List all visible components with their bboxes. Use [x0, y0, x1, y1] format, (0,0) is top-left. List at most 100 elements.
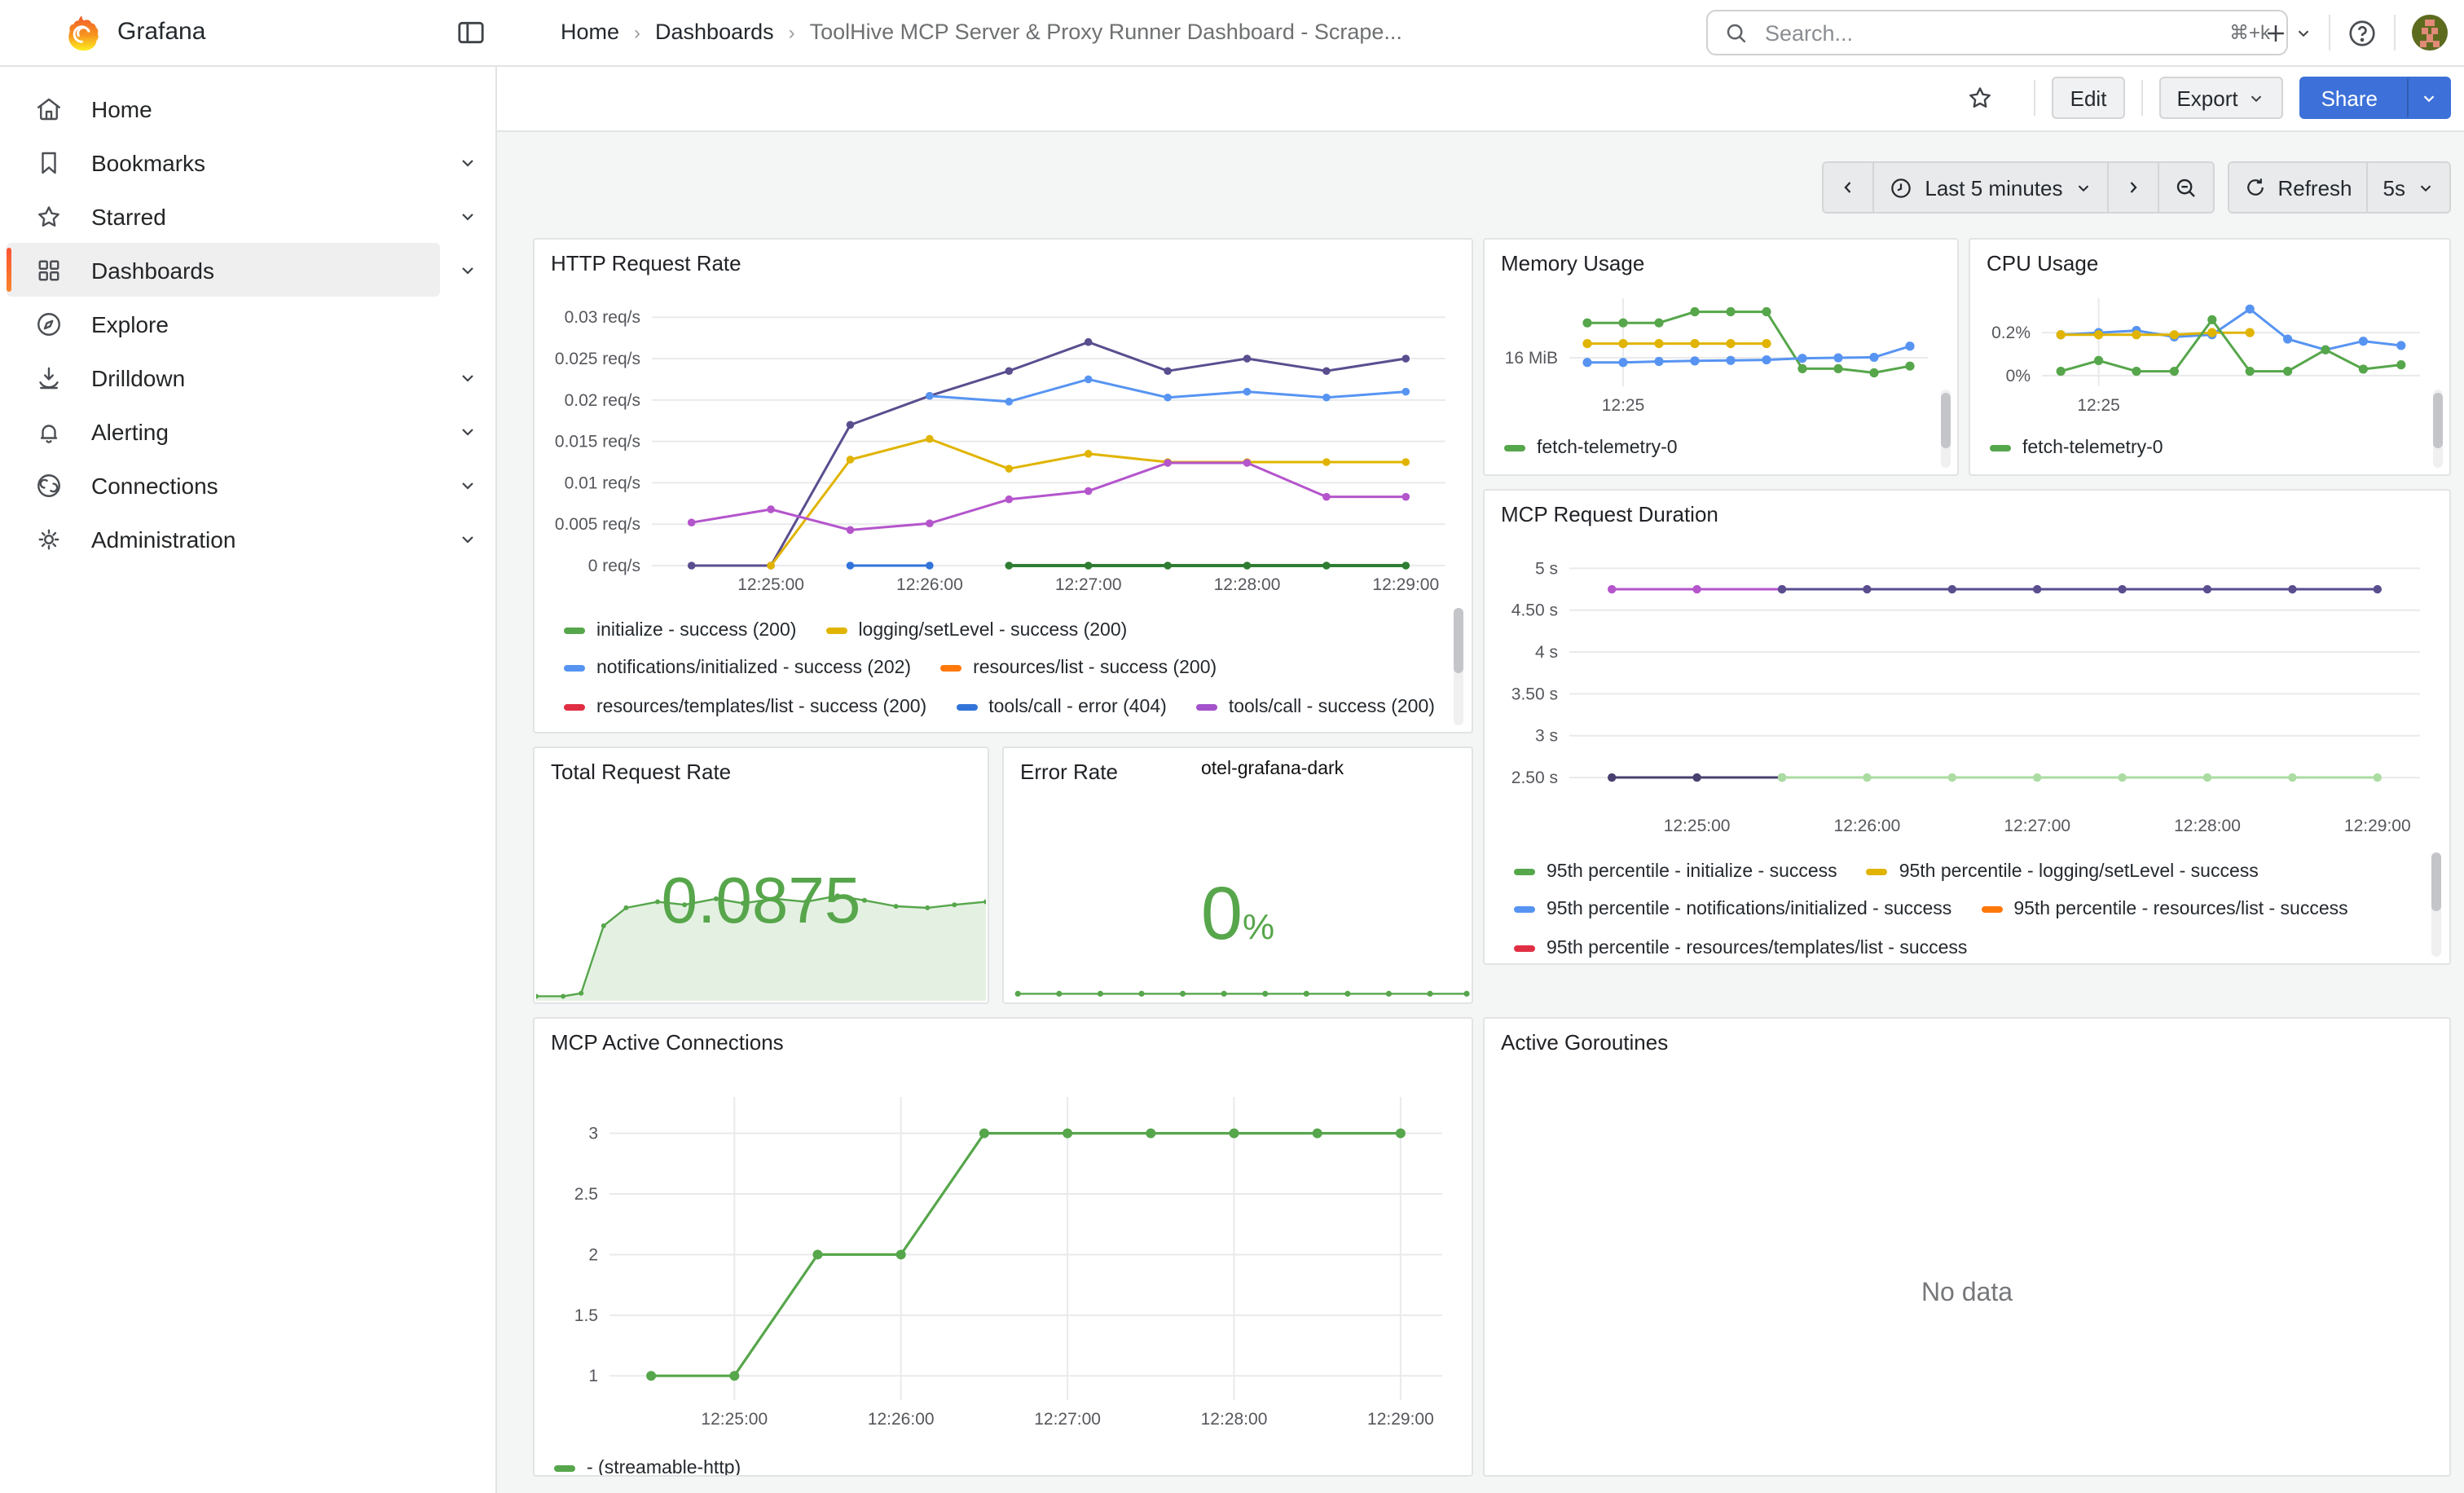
- apps-icon: [34, 255, 64, 284]
- legend-item[interactable]: 95th percentile - logging/setLevel - suc…: [1867, 852, 2259, 891]
- panel-title[interactable]: Active Goroutines: [1501, 1030, 1668, 1055]
- time-shift-back-button[interactable]: [1824, 163, 1874, 212]
- panel-title[interactable]: MCP Request Duration: [1501, 502, 1718, 526]
- grafana-logo-icon[interactable]: [62, 13, 101, 52]
- chevron-down-icon[interactable]: [458, 260, 477, 280]
- legend-scrollbar[interactable]: [1941, 390, 1951, 468]
- share-menu-chevron-icon[interactable]: [2407, 78, 2449, 117]
- chevron-down-icon[interactable]: [458, 475, 477, 495]
- sidebar-nav: HomeBookmarksStarredDashboardsExploreDri…: [0, 65, 497, 1493]
- refresh-button[interactable]: Refresh: [2229, 163, 2368, 212]
- svg-text:12:29:00: 12:29:00: [2344, 817, 2411, 835]
- chevron-down-icon[interactable]: [458, 152, 477, 172]
- legend-swatch-icon: [940, 666, 961, 672]
- chevron-down-icon[interactable]: [458, 421, 477, 441]
- legend-item[interactable]: notifications/initialized - success (202…: [564, 650, 911, 688]
- sidebar-item-alerting[interactable]: Alerting: [7, 404, 440, 458]
- chart-legend: fetch-telemetry-0: [1990, 429, 2420, 465]
- legend-scrollbar[interactable]: [2433, 390, 2443, 468]
- legend-swatch-icon: [1504, 445, 1525, 451]
- sidebar-item-starred[interactable]: Starred: [7, 189, 440, 243]
- chevron-down-icon[interactable]: [458, 206, 477, 226]
- sidebar-item-explore[interactable]: Explore: [7, 297, 440, 350]
- panel-title[interactable]: Total Request Rate: [551, 760, 731, 784]
- chevron-down-icon[interactable]: [458, 368, 477, 387]
- legend-item[interactable]: 95th percentile - resources/templates/li…: [1514, 929, 1967, 963]
- sidebar-item-dashboards[interactable]: Dashboards: [7, 243, 440, 297]
- panel-title[interactable]: Memory Usage: [1501, 251, 1644, 275]
- legend-item[interactable]: 95th percentile - initialize - success: [1514, 852, 1837, 891]
- no-data-message: No data: [1485, 1279, 2449, 1309]
- svg-text:2.50 s: 2.50 s: [1511, 769, 1558, 787]
- panel-title[interactable]: MCP Active Connections: [551, 1030, 784, 1055]
- clock-icon: [1889, 175, 1913, 200]
- favorite-star-icon[interactable]: [1966, 83, 1995, 112]
- divider: [2141, 80, 2142, 116]
- legend-label: 95th percentile - resources/list - succe…: [2013, 901, 2347, 920]
- legend-item[interactable]: unknown - success (200): [827, 726, 1068, 732]
- legend-item[interactable]: initialize - success (200): [564, 611, 796, 650]
- legend-scrollbar[interactable]: [1454, 608, 1463, 725]
- legend-item[interactable]: - (streamable-http): [554, 1449, 741, 1477]
- breadcrumb-dashboards[interactable]: Dashboards: [655, 20, 774, 44]
- collapse-sidebar-icon[interactable]: [453, 15, 489, 51]
- legend-item[interactable]: tools/call - success (200): [1196, 688, 1435, 726]
- svg-text:2: 2: [588, 1245, 598, 1264]
- svg-text:12:26:00: 12:26:00: [868, 1410, 935, 1429]
- chevron-down-icon[interactable]: [458, 529, 477, 548]
- sidebar-item-connections[interactable]: Connections: [7, 458, 440, 512]
- legend-item[interactable]: resources/templates/list - success (200): [564, 688, 926, 726]
- search-field[interactable]: [1762, 19, 2216, 46]
- zoom-out-time-button[interactable]: [2158, 163, 2212, 212]
- error-rate-value: 0%: [1004, 869, 1472, 957]
- panel-title[interactable]: CPU Usage: [1987, 251, 2098, 275]
- edit-button[interactable]: Edit: [2053, 77, 2125, 119]
- legend-item[interactable]: fetch-telemetry-0: [1990, 429, 2163, 465]
- svg-text:12:25: 12:25: [2077, 396, 2120, 415]
- bell-icon: [34, 416, 64, 446]
- mcp-request-duration-chart[interactable]: 2.50 s3 s3.50 s4 s4.50 s5 s12:25:0012:26…: [1494, 540, 2440, 846]
- sidebar-item-home[interactable]: Home: [7, 81, 440, 135]
- legend-item[interactable]: 95th percentile - resources/list - succe…: [1981, 891, 2347, 929]
- cpu-usage-chart[interactable]: 0.2%0%12:25: [1977, 285, 2433, 419]
- user-avatar[interactable]: [2412, 15, 2448, 51]
- legend-label: fetch-telemetry-0: [1537, 438, 1678, 458]
- panel-memory-usage: Memory Usage 16 MiB12:25 fetch-telemetry…: [1483, 238, 1959, 476]
- panel-title[interactable]: Error Rate: [1020, 760, 1118, 784]
- svg-text:0.005 req/s: 0.005 req/s: [555, 515, 640, 534]
- sidebar-item-bookmarks[interactable]: Bookmarks: [7, 135, 440, 189]
- refresh-icon: [2243, 176, 2266, 199]
- sidebar-item-administration[interactable]: Administration: [7, 512, 440, 566]
- breadcrumb-home[interactable]: Home: [561, 20, 619, 44]
- share-button[interactable]: Share: [2300, 77, 2451, 119]
- add-new-button[interactable]: [2262, 19, 2312, 46]
- legend-item[interactable]: fetch-telemetry-0: [1504, 429, 1678, 465]
- legend-item[interactable]: tools/list - success (200): [564, 726, 798, 732]
- export-button[interactable]: Export: [2158, 77, 2283, 119]
- svg-text:0.01 req/s: 0.01 req/s: [565, 473, 640, 492]
- zoom-out-icon: [2173, 175, 2198, 200]
- mcp-active-connections-chart[interactable]: 11.522.5312:25:0012:26:0012:27:0012:28:0…: [544, 1071, 1462, 1442]
- time-controls: Last 5 minutes Refresh 5s: [1822, 163, 2451, 212]
- legend-scrollbar[interactable]: [2431, 852, 2441, 957]
- search-input[interactable]: ⌘+k: [1706, 10, 2288, 55]
- http-request-rate-chart[interactable]: 0 req/s0.005 req/s0.01 req/s0.015 req/s0…: [544, 288, 1462, 605]
- search-icon: [1724, 20, 1749, 45]
- legend-item[interactable]: resources/list - success (200): [940, 650, 1217, 688]
- refresh-interval-picker[interactable]: 5s: [2369, 163, 2449, 212]
- time-range-picker[interactable]: Last 5 minutes: [1874, 163, 2108, 212]
- panel-title[interactable]: HTTP Request Rate: [551, 251, 741, 275]
- time-shift-forward-button[interactable]: [2108, 163, 2158, 212]
- panel-total-request-rate: Total Request Rate 0.0875: [533, 746, 989, 1004]
- memory-usage-chart[interactable]: 16 MiB12:25: [1491, 285, 1941, 419]
- svg-text:12:27:00: 12:27:00: [2004, 817, 2070, 835]
- legend-item[interactable]: 95th percentile - notifications/initiali…: [1514, 891, 1951, 929]
- sidebar-item-label: Alerting: [91, 418, 169, 444]
- help-icon[interactable]: [2347, 17, 2378, 48]
- svg-text:12:25: 12:25: [1602, 396, 1645, 415]
- legend-item[interactable]: tools/call - error (404): [956, 688, 1167, 726]
- sidebar-item-drilldown[interactable]: Drilldown: [7, 350, 440, 404]
- legend-item[interactable]: logging/setLevel - success (200): [825, 611, 1127, 650]
- bookmark-icon: [34, 148, 64, 177]
- error-rate-sparkline: [1005, 975, 1470, 1001]
